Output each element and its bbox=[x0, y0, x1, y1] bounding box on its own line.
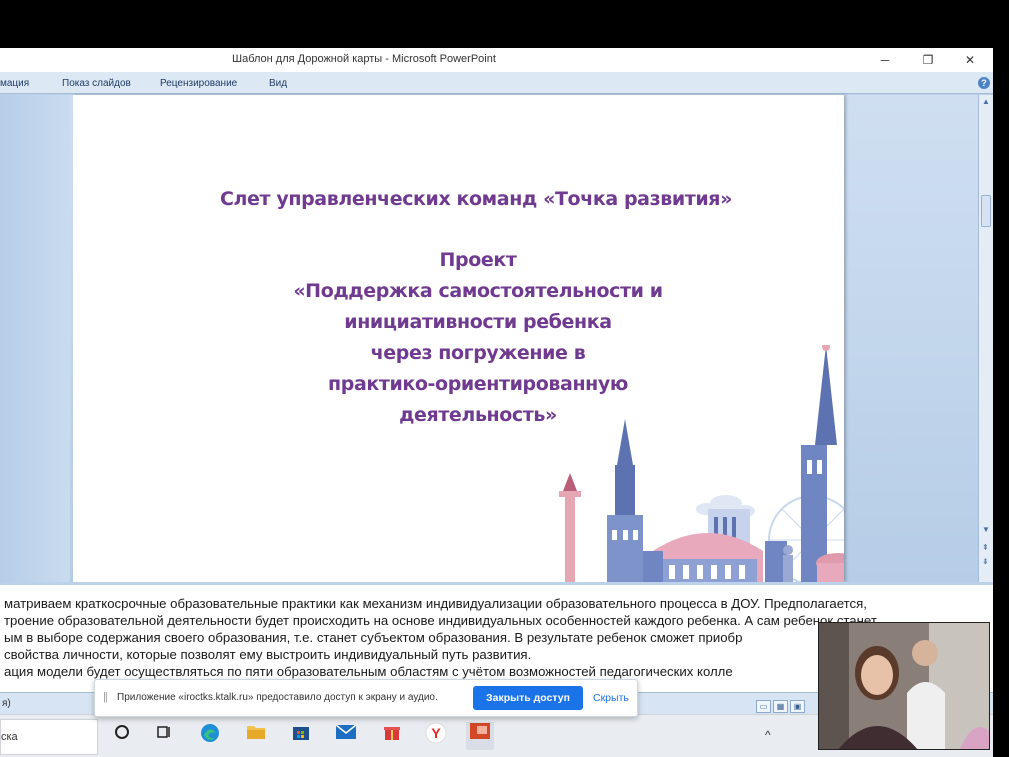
hide-banner-button[interactable]: Скрыть bbox=[593, 692, 629, 704]
search-text: ска bbox=[1, 731, 18, 743]
tray-overflow-icon[interactable]: ^ bbox=[765, 728, 771, 742]
slide-body-line: через погружение в bbox=[370, 342, 586, 364]
gift-icon[interactable] bbox=[378, 722, 406, 750]
slideshow-view-icon[interactable]: ▣ bbox=[790, 700, 805, 713]
share-message: Приложение «iroctks.ktalk.ru» предостави… bbox=[117, 692, 438, 703]
stop-sharing-button[interactable]: Закрыть доступ bbox=[473, 686, 583, 710]
vertical-scrollbar[interactable]: ▲ ▼ ⇞ ⇟ bbox=[978, 95, 993, 582]
svg-text:Y: Y bbox=[431, 725, 441, 741]
window-title: Шаблон для Дорожной карты - Microsoft Po… bbox=[232, 53, 496, 65]
slide-body-line: практико-ориентированную bbox=[328, 373, 628, 395]
tab-format[interactable]: мация bbox=[0, 78, 29, 89]
file-explorer-icon[interactable] bbox=[242, 722, 270, 750]
close-button[interactable]: ✕ bbox=[956, 51, 984, 69]
ribbon-tabs: мация Показ слайдов Рецензирование Вид ? bbox=[0, 72, 993, 94]
slide-body-line: инициативности ребенка bbox=[344, 311, 612, 333]
slide[interactable]: Слет управленческих команд «Точка развит… bbox=[73, 95, 844, 582]
minimize-button[interactable]: ─ bbox=[871, 51, 899, 69]
slide-body-line: деятельность» bbox=[399, 404, 557, 426]
tab-view[interactable]: Вид bbox=[269, 78, 287, 89]
slide-editing-area: Слет управленческих команд «Точка развит… bbox=[0, 95, 978, 582]
powerpoint-icon[interactable] bbox=[466, 722, 494, 750]
slide-sorter-icon[interactable]: ▦ bbox=[773, 700, 788, 713]
cortana-icon[interactable] bbox=[108, 722, 136, 750]
notes-line: матриваем краткосрочные образовательные … bbox=[4, 596, 867, 611]
slide-heading: Слет управленческих команд «Точка развит… bbox=[220, 188, 732, 210]
tab-review[interactable]: Рецензирование bbox=[160, 78, 237, 89]
scroll-thumb[interactable] bbox=[981, 195, 991, 227]
edge-icon[interactable] bbox=[196, 722, 224, 750]
store-icon[interactable] bbox=[287, 722, 315, 750]
restore-button[interactable]: ❐ bbox=[914, 51, 942, 69]
task-view-icon[interactable] bbox=[150, 722, 178, 750]
webcam-participants-image bbox=[819, 623, 989, 749]
mail-icon[interactable] bbox=[332, 722, 360, 750]
status-text: я) bbox=[2, 698, 11, 709]
title-bar: Шаблон для Дорожной карты - Microsoft Po… bbox=[0, 48, 993, 72]
webcam-video bbox=[818, 622, 990, 750]
previous-slide-icon[interactable]: ⇞ bbox=[982, 543, 989, 552]
next-slide-icon[interactable]: ⇟ bbox=[982, 557, 989, 566]
taskbar-search[interactable]: ска bbox=[0, 719, 98, 755]
scroll-down-icon[interactable]: ▼ bbox=[982, 525, 990, 534]
normal-view-icon[interactable]: ▭ bbox=[756, 700, 771, 713]
slide-body-text: Проект «Поддержка самостоятельности и ин… bbox=[258, 245, 698, 431]
screen-share-banner: || Приложение «iroctks.ktalk.ru» предост… bbox=[94, 679, 638, 717]
slide-body-line: Проект bbox=[439, 249, 517, 271]
drag-handle-icon[interactable]: || bbox=[103, 691, 108, 703]
tab-slideshow[interactable]: Показ слайдов bbox=[62, 78, 131, 89]
slide-body-line: «Поддержка самостоятельности и bbox=[293, 280, 663, 302]
yandex-browser-icon[interactable]: Y bbox=[422, 722, 450, 750]
scroll-up-icon[interactable]: ▲ bbox=[982, 97, 990, 106]
help-icon[interactable]: ? bbox=[978, 77, 990, 89]
view-buttons: ▭ ▦ ▣ bbox=[756, 696, 808, 713]
